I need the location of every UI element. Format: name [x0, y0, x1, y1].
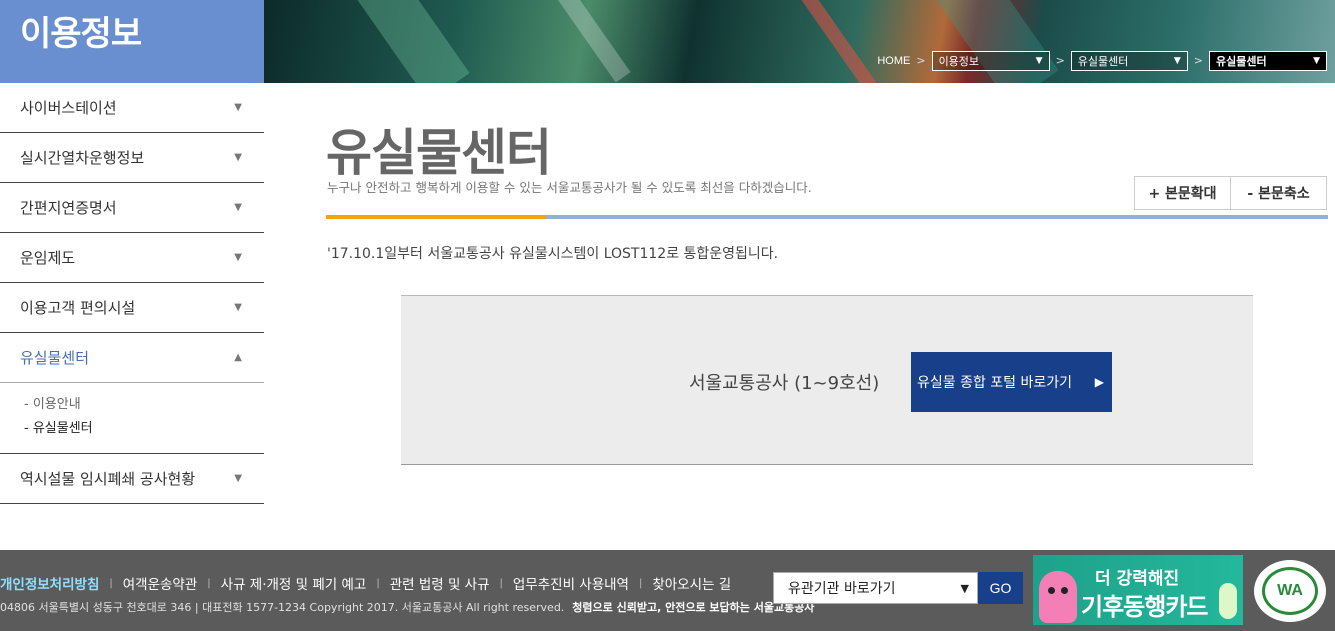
footer-link-terms[interactable]: 여객운송약관 — [123, 573, 198, 593]
footer-separator: | — [109, 577, 113, 589]
zoom-in-button[interactable]: + 본문확대 — [1135, 177, 1230, 209]
portal-box: 서울교통공사 (1~9호선) 유실물 종합 포털 바로가기 ▶ — [401, 295, 1253, 465]
sidebar-subitem-label: 이용안내 — [32, 397, 81, 412]
banner-streak — [348, 0, 470, 83]
chevron-down-icon: ▼ — [234, 202, 242, 213]
breadcrumb-select-label: 유실물센터 — [1216, 54, 1267, 68]
breadcrumb: HOME > 이용정보 ▼ > 유실물센터 ▼ > 유실물센터 ▼ — [877, 50, 1327, 71]
sidebar-subitem-guide[interactable]: - 이용안내 — [24, 393, 264, 417]
sidebar-item-label: 이용고객 편의시설 — [20, 299, 136, 317]
lost-portal-button[interactable]: 유실물 종합 포털 바로가기 ▶ — [911, 352, 1112, 412]
sidebar-subitem-lost-found[interactable]: - 유실물센터 — [24, 417, 264, 441]
breadcrumb-separator: > — [1193, 54, 1203, 67]
sidebar-item-lost-found[interactable]: 유실물센터 ▲ — [0, 333, 264, 383]
footer-link-rules-notice[interactable]: 사규 제·개정 및 폐기 예고 — [221, 573, 367, 593]
footer-link-laws[interactable]: 관련 법령 및 사규 — [390, 573, 490, 593]
web-accessibility-badge[interactable]: WA — [1254, 560, 1326, 622]
sidebar-item-realtime-train[interactable]: 실시간열차운행정보 ▼ — [0, 133, 264, 183]
sidebar-item-fare-system[interactable]: 운임제도 ▼ — [0, 233, 264, 283]
sidebar-item-label: 실시간열차운행정보 — [20, 149, 145, 167]
site-header: 이용정보 HOME > 이용정보 ▼ > 유실물센터 ▼ > 유실물센터 ▼ — [0, 0, 1335, 83]
chevron-down-icon: ▼ — [1035, 55, 1043, 66]
wa-mark: WA — [1262, 567, 1318, 615]
zoom-out-button[interactable]: - 본문축소 — [1230, 177, 1326, 209]
header-banner-image: HOME > 이용정보 ▼ > 유실물센터 ▼ > 유실물센터 ▼ — [264, 0, 1335, 83]
footer-address: 04806 서울특별시 성동구 천호대로 346 | 대표전화 1577-123… — [0, 599, 814, 615]
chevron-down-icon: ▼ — [234, 473, 242, 484]
related-org-select-label: 유관기관 바로가기 — [788, 581, 896, 597]
sidebar-item-label: 역시설물 임시폐쇄 공사현황 — [20, 470, 196, 488]
play-icon: ▶ — [1094, 375, 1104, 389]
banner-streak — [785, 0, 877, 83]
notice-text: '17.10.1일부터 서울교통공사 유실물시스템이 LOST112로 통합운영… — [327, 246, 779, 262]
breadcrumb-separator: > — [1055, 54, 1065, 67]
sidebar-item-delay-certificate[interactable]: 간편지연증명서 ▼ — [0, 183, 264, 233]
footer-separator: | — [638, 577, 643, 589]
breadcrumb-select-level1[interactable]: 이용정보 ▼ — [931, 50, 1050, 71]
title-divider — [326, 215, 1328, 219]
sidebar-item-closure-status[interactable]: 역시설물 임시폐쇄 공사현황 ▼ — [0, 454, 264, 504]
sidebar-submenu: - 이용안내 - 유실물센터 — [0, 383, 264, 454]
footer-link-privacy[interactable]: 개인정보처리방침 — [0, 573, 99, 593]
footer-link-expenses[interactable]: 업무추진비 사용내역 — [513, 573, 629, 593]
climate-card-banner[interactable]: 더 강력해진 기후동행카드 — [1033, 555, 1243, 625]
section-title-box: 이용정보 — [0, 0, 264, 83]
chevron-down-icon: ▼ — [234, 152, 242, 163]
card-banner-line1: 더 강력해진 — [1095, 569, 1180, 589]
chevron-down-icon: ▼ — [234, 252, 242, 263]
breadcrumb-home[interactable]: HOME — [877, 55, 910, 67]
mascot-eye — [1061, 587, 1068, 594]
sidebar-item-label: 유실물센터 — [20, 349, 90, 367]
chevron-down-icon: ▼ — [960, 581, 969, 595]
title-divider-accent — [326, 215, 546, 219]
page-description: 누구나 안전하고 행복하게 이용할 수 있는 서울교통공사가 될 수 있도록 최… — [327, 180, 812, 195]
sidebar-item-facilities[interactable]: 이용고객 편의시설 ▼ — [0, 283, 264, 333]
breadcrumb-select-label: 이용정보 — [938, 54, 980, 68]
footer-separator: | — [376, 577, 380, 589]
footer-separator: | — [499, 577, 503, 589]
mascot-eye — [1048, 587, 1055, 594]
sidebar-item-label: 사이버스테이션 — [20, 99, 117, 117]
chevron-down-icon: ▼ — [1313, 55, 1320, 66]
card-banner-line2: 기후동행카드 — [1081, 593, 1208, 621]
footer-links: 개인정보처리방침 | 여객운송약관 | 사규 제·개정 및 폐기 예고 | 관련… — [0, 573, 731, 593]
chevron-down-icon: ▼ — [234, 302, 242, 313]
chevron-down-icon: ▼ — [1173, 55, 1181, 66]
section-title: 이용정보 — [20, 14, 142, 54]
sidebar-subitem-label: 유실물센터 — [32, 421, 93, 436]
page-title: 유실물센터 — [326, 124, 552, 182]
portal-button-label: 유실물 종합 포털 바로가기 — [917, 375, 1073, 391]
go-button[interactable]: GO — [978, 572, 1023, 604]
chevron-down-icon: ▼ — [234, 102, 242, 113]
org-label: 서울교통공사 (1~9호선) — [689, 373, 880, 394]
footer-address-text: 04806 서울특별시 성동구 천호대로 346 | 대표전화 1577-123… — [0, 601, 565, 614]
related-org-select[interactable]: 유관기관 바로가기 ▼ — [773, 572, 978, 604]
text-zoom-controls: + 본문확대 - 본문축소 — [1134, 176, 1327, 210]
breadcrumb-select-level3[interactable]: 유실물센터 ▼ — [1209, 50, 1327, 71]
footer-link-directions[interactable]: 찾아오시는 길 — [652, 573, 731, 593]
breadcrumb-select-level2[interactable]: 유실물센터 ▼ — [1070, 50, 1188, 71]
chevron-up-icon: ▲ — [234, 352, 242, 363]
mascot-character-image — [1219, 583, 1237, 619]
sidebar-item-label: 운임제도 — [20, 249, 76, 267]
sidebar-item-label: 간편지연증명서 — [20, 199, 117, 217]
breadcrumb-separator: > — [916, 54, 926, 67]
breadcrumb-select-label: 유실물센터 — [1077, 54, 1129, 68]
site-footer: 개인정보처리방침 | 여객운송약관 | 사규 제·개정 및 폐기 예고 | 관련… — [0, 550, 1335, 631]
footer-separator: | — [207, 577, 211, 589]
sidebar-item-cyber-station[interactable]: 사이버스테이션 ▼ — [0, 83, 264, 133]
sidebar-nav: 사이버스테이션 ▼ 실시간열차운행정보 ▼ 간편지연증명서 ▼ 운임제도 ▼ 이… — [0, 83, 264, 504]
mascot-character-image — [1039, 571, 1077, 623]
banner-streak — [535, 0, 631, 83]
